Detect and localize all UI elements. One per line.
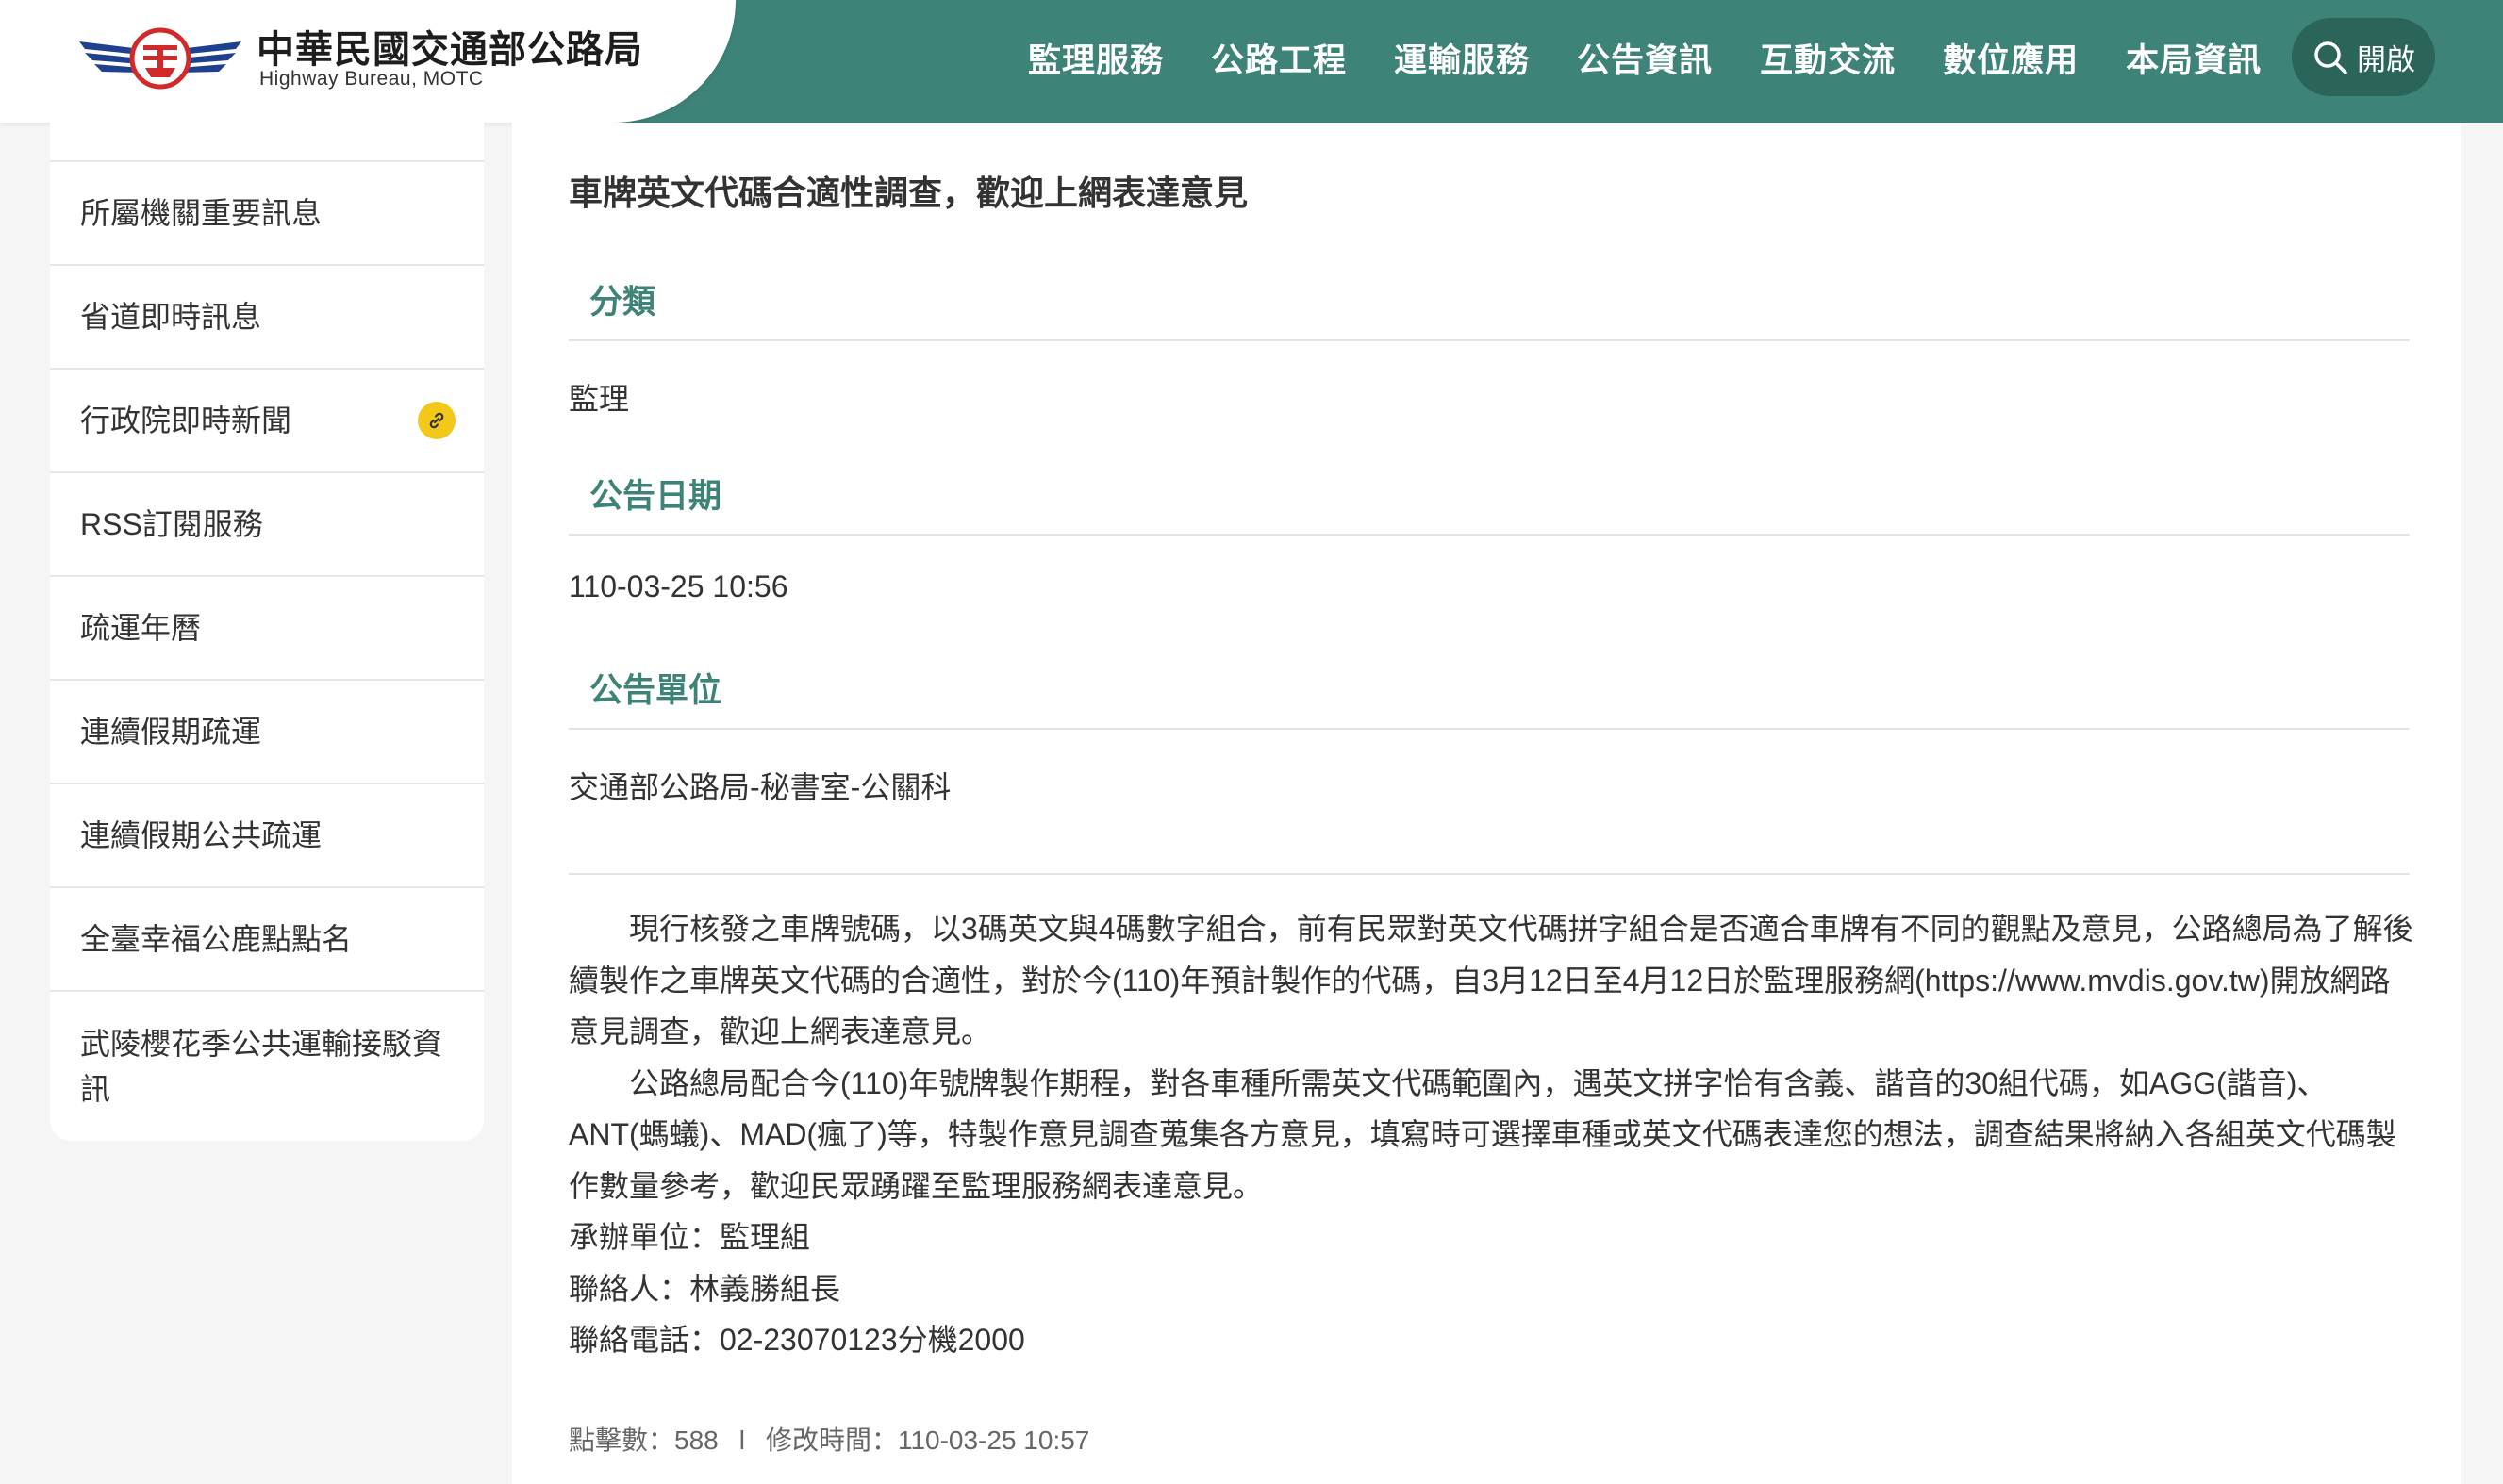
page-title: 車牌英文代碼合適性調查，歡迎上網表達意見 <box>569 173 1249 212</box>
modified-time: 修改時間：110-03-25 10:57 <box>765 1426 1090 1455</box>
nav-item-digital[interactable]: 數位應用 <box>1943 34 2079 82</box>
sidebar-item-agency-news[interactable]: 所屬機關重要訊息 <box>50 160 484 264</box>
divider <box>569 339 2410 341</box>
divider <box>569 873 2410 875</box>
sidebar-item-holiday-public-transport[interactable]: 連續假期公共疏運 <box>50 783 484 886</box>
date-value: 110-03-25 10:56 <box>569 569 788 603</box>
unit-heading: 公告單位 <box>589 672 722 709</box>
nav-item-interaction[interactable]: 互動交流 <box>1760 34 1896 82</box>
nav-item-supervision[interactable]: 監理服務 <box>1028 34 1164 82</box>
bureau-logo-icon <box>79 27 241 90</box>
contact-unit: 承辦單位：監理組 <box>569 1220 811 1254</box>
site-title: 中華民國交通部公路局 <box>257 27 643 72</box>
divider <box>569 534 2410 536</box>
sidebar-item-transport-calendar[interactable]: 疏運年曆 <box>50 575 484 679</box>
sidebar-item-label: 省道即時訊息 <box>80 300 262 334</box>
sidebar-item-label: 連續假期公共疏運 <box>80 818 323 852</box>
divider <box>569 728 2410 730</box>
nav-item-about[interactable]: 本局資訊 <box>2126 34 2262 82</box>
article-content: 車牌英文代碼合適性調查，歡迎上網表達意見 分類 監理 公告日期 110-03-2… <box>512 123 2461 1484</box>
sidebar-item-label: 全臺幸福公鹿點點名 <box>80 922 353 956</box>
sidebar-item-executive-yuan-news[interactable]: 行政院即時新聞 <box>50 368 484 471</box>
click-count: 點擊數：588 <box>569 1426 719 1455</box>
sidebar-item-deer-rollcall[interactable]: 全臺幸福公鹿點點名 <box>50 886 484 990</box>
article-paragraph: 公路總局配合今(110)年號牌製作期程，對各車種所需英文代碼範圍內，遇英文拼字恰… <box>569 1065 2396 1203</box>
search-button[interactable]: 開啟 <box>2292 18 2435 96</box>
site-subtitle: Highway Bureau, MOTC <box>259 68 484 90</box>
search-icon <box>2314 41 2347 74</box>
sidebar-item-label: 所屬機關重要訊息 <box>80 196 323 230</box>
unit-value: 交通部公路局-秘書室-公關科 <box>569 770 952 804</box>
main-nav: 監理服務 公路工程 運輸服務 公告資訊 互動交流 數位應用 本局資訊 <box>1028 0 2309 115</box>
sidebar-item-label: 疏運年曆 <box>80 611 202 645</box>
sidebar-item-label: 行政院即時新聞 <box>80 404 292 437</box>
meta-separator: l <box>738 1426 745 1455</box>
article-body: 現行核發之車牌號碼，以3碼英文與4碼數字組合，前有民眾對英文代碼拼字組合是否適合… <box>569 903 2417 1366</box>
sidebar-item-wuling-shuttle[interactable]: 武陵櫻花季公共運輸接駁資訊 <box>50 990 484 1141</box>
nav-item-announcements[interactable]: 公告資訊 <box>1577 34 1713 82</box>
sidebar-item-highway-info[interactable]: 省道即時訊息 <box>50 264 484 368</box>
sidebar-item-rss[interactable]: RSS訂閱服務 <box>50 471 484 575</box>
sidebar-item-label: RSS訂閱服務 <box>80 507 263 541</box>
sidebar-item-label: 武陵櫻花季公共運輸接駁資訊 <box>80 1027 443 1106</box>
nav-item-transport[interactable]: 運輸服務 <box>1394 34 1530 82</box>
contact-phone: 聯絡電話：02-23070123分機2000 <box>569 1323 1025 1357</box>
sidebar-item-holiday-transport[interactable]: 連續假期疏運 <box>50 679 484 783</box>
category-heading: 分類 <box>589 284 656 321</box>
date-heading: 公告日期 <box>589 478 722 515</box>
contact-person: 聯絡人：林義勝組長 <box>569 1271 841 1306</box>
sidebar-item-label: 連續假期疏運 <box>80 715 262 749</box>
nav-item-road-engineering[interactable]: 公路工程 <box>1211 34 1347 82</box>
logo-panel[interactable]: 中華民國交通部公路局 Highway Bureau, MOTC <box>0 0 736 123</box>
article-paragraph: 現行核發之車牌號碼，以3碼英文與4碼數字組合，前有民眾對英文代碼拼字組合是否適合… <box>569 912 2413 1048</box>
search-button-label: 開啟 <box>2357 43 2415 76</box>
site-header: 中華民國交通部公路局 Highway Bureau, MOTC 監理服務 公路工… <box>0 0 2503 123</box>
article-meta: 點擊數：588 l 修改時間：110-03-25 10:57 <box>569 1420 1089 1458</box>
category-value: 監理 <box>569 382 630 416</box>
link-icon <box>418 402 456 439</box>
sidebar: 所屬機關重要訊息 省道即時訊息 行政院即時新聞 RSS訂閱服務 疏運年曆 連續假… <box>50 123 484 1141</box>
